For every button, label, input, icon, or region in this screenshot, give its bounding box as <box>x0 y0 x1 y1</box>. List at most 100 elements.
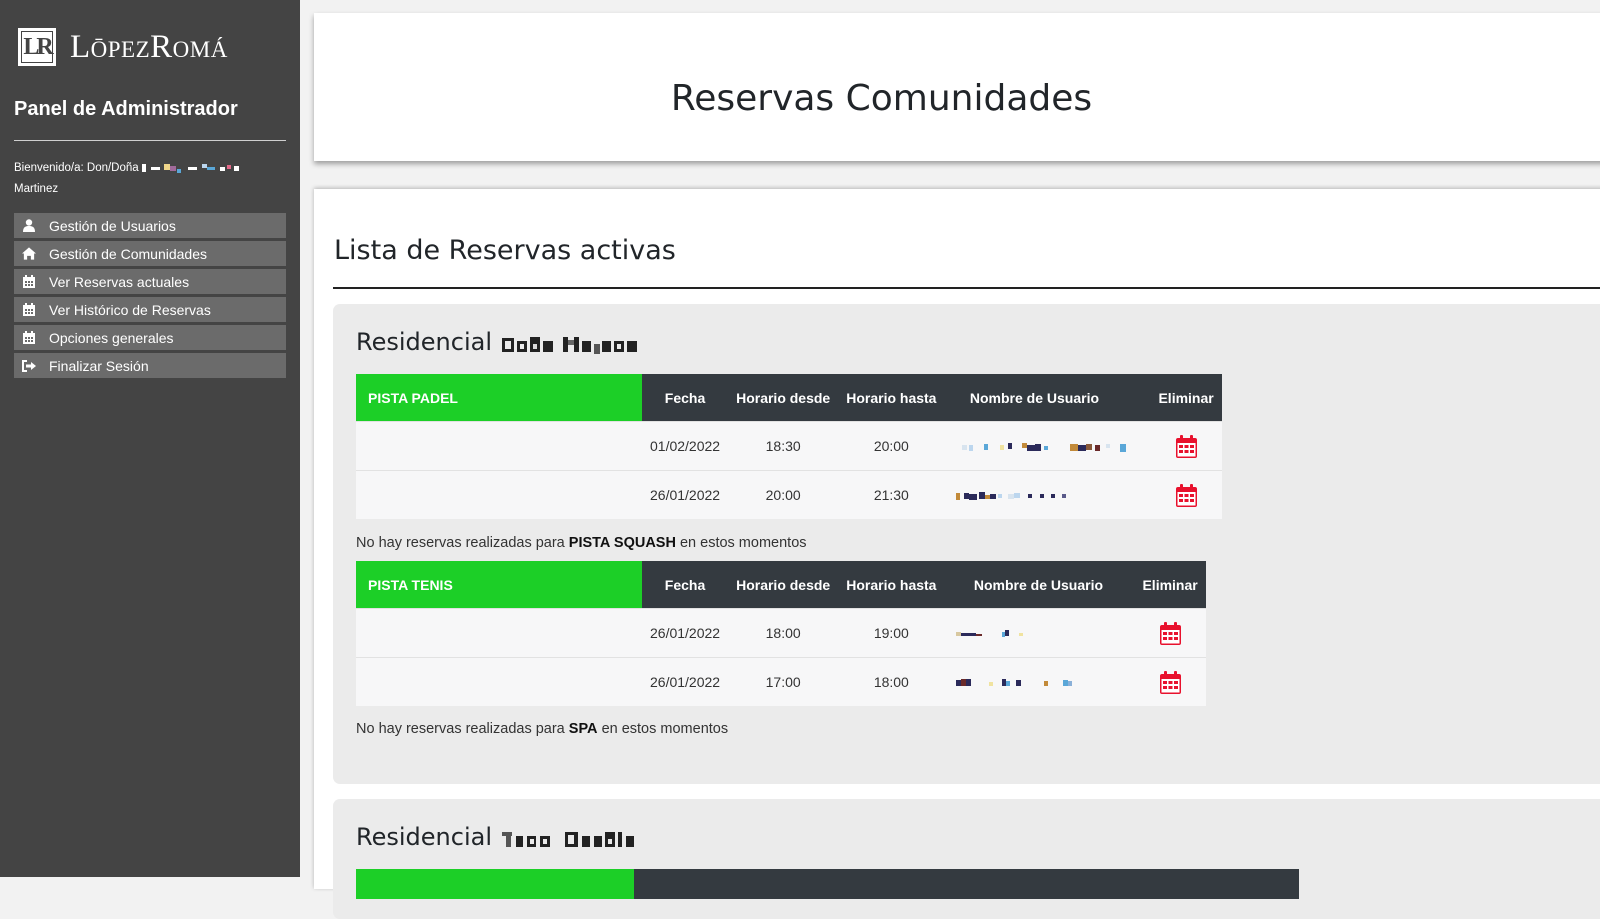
note-facility: SPA <box>568 721 598 737</box>
menu-gestion-usuarios[interactable]: Gestión de Usuarios <box>14 213 286 238</box>
cell-eliminar <box>1134 608 1206 658</box>
redacted-community-name <box>501 337 637 354</box>
redacted-name <box>141 163 239 173</box>
table-row: 26/01/2022 17:00 18:00 <box>356 657 1206 706</box>
empty-cell <box>356 421 642 471</box>
cell-user-name <box>944 657 1135 706</box>
redacted-user-name <box>956 679 1073 687</box>
table-row: 01/02/2022 18:30 20:00 <box>356 421 1222 471</box>
table-row: 26/01/2022 20:00 21:30 <box>356 470 1222 519</box>
cell-user-name <box>944 421 1135 471</box>
section-divider <box>333 287 1600 289</box>
section-title: Lista de Reservas activas <box>334 235 676 266</box>
column-header-fecha: Fecha <box>642 374 729 422</box>
table-header-row: PISTA TENIS Fecha Horario desde Horario … <box>356 561 1206 609</box>
cell-horario-hasta: 21:30 <box>838 470 945 519</box>
note-prefix: No hay reservas realizadas para <box>356 535 565 551</box>
note-facility: PISTA SQUASH <box>568 535 676 551</box>
home-icon <box>22 247 36 261</box>
no-reservations-note-squash: No hay reservas realizadas para PISTA SQ… <box>356 535 807 551</box>
redacted-user-name <box>956 630 1024 638</box>
column-header-horario-hasta: Horario hasta <box>838 561 945 609</box>
menu-ver-reservas-actuales[interactable]: Ver Reservas actuales <box>14 269 286 294</box>
empty-cell <box>356 470 642 519</box>
delete-reservation-calendar-icon[interactable] <box>1175 483 1197 507</box>
menu-label: Ver Reservas actuales <box>49 273 190 290</box>
column-header-horario-hasta: Horario hasta <box>838 374 945 422</box>
cell-fecha: 26/01/2022 <box>642 470 729 519</box>
empty-cell <box>356 657 642 706</box>
community-title: Residencial <box>356 328 646 356</box>
menu-ver-historico-reservas[interactable]: Ver Histórico de Reservas <box>14 297 286 322</box>
community-title: Residencial <box>356 823 646 851</box>
cell-eliminar <box>1134 470 1222 519</box>
column-header-nombre-usuario: Nombre de Usuario <box>944 561 1135 609</box>
table-row: 26/01/2022 18:00 19:00 <box>356 608 1206 658</box>
cell-horario-desde: 20:00 <box>728 470 839 519</box>
table-header-row: PISTA PADEL Fecha Horario desde Horario … <box>356 374 1222 422</box>
welcome-surname: Martinez <box>14 183 59 195</box>
redacted-user-name <box>956 492 1067 501</box>
note-prefix: No hay reservas realizadas para <box>356 721 565 737</box>
sign-out-icon <box>22 359 36 373</box>
header-card: Reservas Comunidades <box>314 13 1600 161</box>
menu-label: Opciones generales <box>49 329 174 346</box>
sidebar-divider <box>14 140 286 141</box>
column-header-horario-desde: Horario desde <box>728 561 839 609</box>
facility-header <box>356 869 634 899</box>
column-header-eliminar: Eliminar <box>1134 374 1222 422</box>
calendar-icon <box>22 303 36 317</box>
community-panel: Residencial <box>333 799 1600 919</box>
content-card: Lista de Reservas activas Residencial PI… <box>314 189 1600 919</box>
panel-title: Panel de Administrador <box>14 98 238 120</box>
column-header-fecha: Fecha <box>642 561 729 609</box>
cell-eliminar <box>1134 421 1222 471</box>
note-suffix: en estos momentos <box>601 721 729 737</box>
cell-horario-hasta: 19:00 <box>838 608 945 658</box>
menu-label: Gestión de Comunidades <box>49 245 207 262</box>
logo: LR LōpezRomá <box>18 26 228 68</box>
facility-header: PISTA TENIS <box>356 561 642 609</box>
sidebar-menu: Gestión de Usuarios Gestión de Comunidad… <box>14 213 286 381</box>
welcome-message: Bienvenido/a: Don/Doña Martinez <box>14 158 286 200</box>
logo-mark: LR <box>18 28 56 66</box>
cell-fecha: 26/01/2022 <box>642 608 729 658</box>
delete-reservation-calendar-icon[interactable] <box>1175 434 1197 458</box>
padel-reservations-table: PISTA PADEL Fecha Horario desde Horario … <box>356 374 1222 519</box>
menu-label: Gestión de Usuarios <box>49 217 176 234</box>
cell-fecha: 26/01/2022 <box>642 657 729 706</box>
cell-horario-desde: 17:00 <box>728 657 839 706</box>
sidebar: LR LōpezRomá Panel de Administrador Bien… <box>0 0 300 877</box>
cell-eliminar <box>1134 657 1206 706</box>
calendar-icon <box>22 275 36 289</box>
welcome-prefix: Bienvenido/a: Don/Doña <box>14 162 139 174</box>
next-table-header <box>356 869 1299 899</box>
cell-horario-desde: 18:30 <box>728 421 839 471</box>
page-title: Reservas Comunidades <box>670 78 1093 119</box>
column-header-nombre-usuario: Nombre de Usuario <box>944 374 1135 422</box>
menu-opciones-generales[interactable]: Opciones generales <box>14 325 286 350</box>
user-icon <box>22 219 36 233</box>
redacted-user-name <box>962 443 1127 453</box>
no-reservations-note-spa: No hay reservas realizadas para SPA en e… <box>356 721 728 737</box>
menu-gestion-comunidades[interactable]: Gestión de Comunidades <box>14 241 286 266</box>
menu-label: Ver Histórico de Reservas <box>49 301 211 318</box>
delete-reservation-calendar-icon[interactable] <box>1159 670 1181 694</box>
facility-header: PISTA PADEL <box>356 374 642 422</box>
community-title-prefix: Residencial <box>356 328 492 356</box>
tenis-reservations-table: PISTA TENIS Fecha Horario desde Horario … <box>356 561 1206 706</box>
community-title-prefix: Residencial <box>356 823 492 851</box>
cell-horario-hasta: 18:00 <box>838 657 945 706</box>
empty-cell <box>356 608 642 658</box>
note-suffix: en estos momentos <box>679 535 807 551</box>
column-header-horario-desde: Horario desde <box>728 374 839 422</box>
menu-finalizar-sesion[interactable]: Finalizar Sesión <box>14 353 286 378</box>
community-panel: Residencial PISTA PADEL Fecha Horario de… <box>333 304 1600 784</box>
logo-text: LōpezRomá <box>70 28 228 65</box>
calendar-icon <box>22 331 36 345</box>
cell-horario-desde: 18:00 <box>728 608 839 658</box>
cell-fecha: 01/02/2022 <box>642 421 729 471</box>
delete-reservation-calendar-icon[interactable] <box>1159 621 1181 645</box>
cell-user-name <box>944 608 1135 658</box>
column-header-eliminar: Eliminar <box>1134 561 1206 609</box>
